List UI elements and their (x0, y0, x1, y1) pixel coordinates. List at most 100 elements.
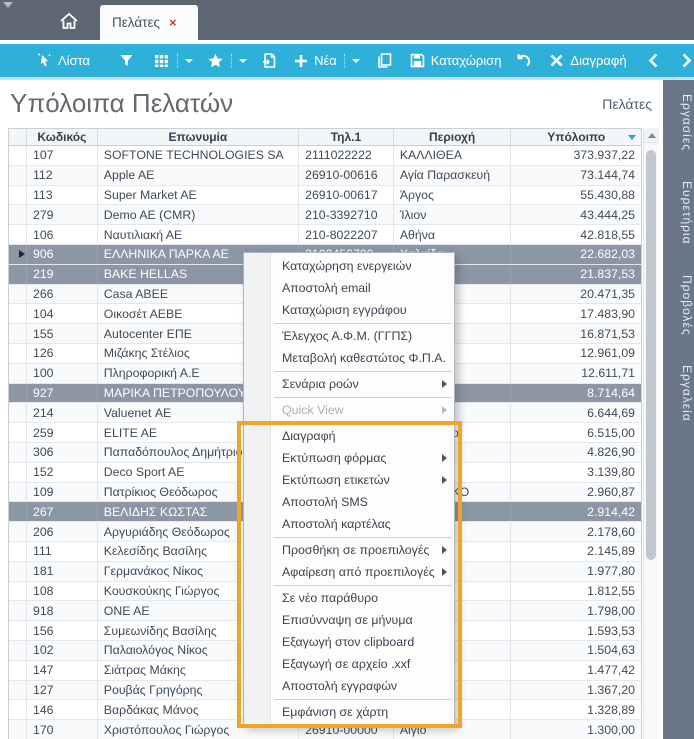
submenu-arrow-icon (442, 568, 447, 576)
toolbar-copy-button[interactable] (376, 52, 393, 69)
menu-add-to-defaults-label: Προσθήκη σε προεπιλογές (282, 543, 429, 557)
menu-separator (274, 371, 452, 372)
scroll-up-icon (648, 133, 656, 138)
menu-quick-view-label: Quick View (282, 403, 344, 417)
toolbar-export-page-button[interactable] (261, 52, 278, 69)
side-tab-evretiria[interactable]: Ευρετήρια (663, 171, 694, 255)
table-row[interactable]: 279Demo AE (CMR)210-3392710Ίλιον43.444,2… (9, 205, 641, 225)
chevron-down-icon[interactable] (185, 59, 193, 63)
toolbar-delete-button[interactable]: Διαγραφή (548, 52, 626, 69)
menu-add-to-defaults[interactable]: Προσθήκη σε προεπιλογές (244, 539, 454, 561)
row-marker-cell (9, 522, 27, 541)
save-icon (409, 52, 426, 69)
row-marker-cell (9, 364, 27, 383)
scroll-up-button[interactable] (644, 128, 659, 143)
side-tab-ergaleia[interactable]: Εργαλεία (663, 355, 694, 432)
toolbar-filter-button[interactable] (118, 52, 135, 69)
name-cell: SOFTONE TECHNOLOGIES SA (98, 146, 299, 165)
balance-cell: 1.977,80 (511, 562, 641, 581)
table-row[interactable]: 106Ναυτιλιακή ΑΕ210-8022207Αθήνα42.818,5… (9, 225, 641, 245)
column-header-5[interactable]: Υπόλοιπο (511, 129, 641, 145)
toolbar-list-button[interactable]: Λίστα (36, 52, 90, 69)
menu-attach-to-message[interactable]: Επισύνναψη σε μήνυμα (244, 609, 454, 631)
code-cell: 155 (27, 324, 98, 343)
column-header-3[interactable]: Τηλ.1 (299, 129, 394, 145)
menu-flow-scenarios[interactable]: Σενάρια ροών (244, 373, 454, 395)
side-tab-ergasies[interactable]: Εργασίες (663, 84, 694, 161)
menu-send-sms-label: Αποστολή SMS (282, 495, 368, 509)
window-topbar: Πελάτες × (0, 0, 694, 40)
menu-send-email[interactable]: Αποστολή email (244, 277, 454, 299)
toolbar-prev-button[interactable] (645, 52, 662, 69)
menu-new-window[interactable]: Σε νέο παράθυρο (244, 587, 454, 609)
column-header-1[interactable]: Κωδικός (27, 129, 98, 145)
phone-cell: 210-3392710 (299, 205, 394, 224)
menu-export-xxf-file[interactable]: Εξαγωγή σε αρχείο .xxf (244, 653, 454, 675)
row-marker-cell (9, 423, 27, 442)
balance-cell: 20.471,35 (511, 285, 641, 304)
row-marker-cell (9, 403, 27, 422)
phone-cell: 2111022222 (299, 146, 394, 165)
chevron-down-icon[interactable] (352, 59, 360, 63)
menu-register-actions[interactable]: Καταχώρηση ενεργειών (244, 255, 454, 277)
menu-separator (274, 423, 452, 424)
menu-change-vat-status[interactable]: Μεταβολή καθεστώτος Φ.Π.Α. (244, 347, 454, 369)
menu-send-records[interactable]: Αποστολή εγγραφών (244, 675, 454, 697)
table-row[interactable]: 112Apple AE26910-00616Αγία Παρασκευή73.1… (9, 166, 641, 186)
corner-dropdown-icon[interactable] (3, 2, 13, 8)
menu-check-vat-number[interactable]: Έλεγχος Α.Φ.Μ. (ΓΓΠΣ) (244, 325, 454, 347)
balance-cell: 1.593,53 (511, 621, 641, 640)
toolbar-favorites-button[interactable] (207, 52, 247, 69)
menu-print-form[interactable]: Εκτύπωση φόρμας (244, 447, 454, 469)
menu-show-on-map[interactable]: Εμφάνιση σε χάρτη (244, 701, 454, 723)
toolbar-save-button[interactable]: Καταχώριση (409, 52, 502, 69)
star-icon (207, 52, 224, 69)
menu-print-labels-label: Εκτύπωση ετικετών (282, 473, 390, 487)
row-marker-cell (9, 205, 27, 224)
menu-export-xxf-file-label: Εξαγωγή σε αρχείο .xxf (282, 657, 410, 671)
side-tab-provoles[interactable]: Προβολές (663, 265, 694, 346)
column-header-4[interactable]: Περιοχή (394, 129, 512, 145)
table-row[interactable]: 113Super Market AE26910-00617Άργος55.430… (9, 186, 641, 206)
row-marker-header (9, 129, 27, 145)
menu-send-sms[interactable]: Αποστολή SMS (244, 491, 454, 513)
column-header-2[interactable]: Επωνυμία (98, 129, 299, 145)
toolbar-columns-button[interactable] (153, 52, 193, 69)
row-marker-cell (9, 304, 27, 323)
vertical-scrollbar[interactable] (643, 128, 658, 739)
chevron-down-icon[interactable] (239, 59, 247, 63)
menu-send-statement[interactable]: Αποστολή καρτέλας (244, 513, 454, 535)
menu-delete[interactable]: Διαγραφή (244, 425, 454, 447)
menu-register-document[interactable]: Καταχώριση εγγράφου (244, 299, 454, 321)
sort-descending-icon[interactable] (628, 135, 636, 140)
tab-customers[interactable]: Πελάτες × (100, 5, 198, 40)
toolbar-next-button[interactable] (678, 52, 694, 69)
code-cell: 927 (27, 384, 98, 403)
code-cell: 214 (27, 403, 98, 422)
row-marker-cell (9, 225, 27, 244)
code-cell: 108 (27, 582, 98, 601)
row-marker-cell (9, 681, 27, 700)
copy-icon (376, 52, 393, 69)
home-button[interactable] (58, 10, 80, 32)
menu-export-clipboard-label: Εξαγωγή στον clipboard (282, 635, 414, 649)
toolbar-new-button[interactable]: Νέα (292, 52, 360, 69)
tab-close-icon[interactable]: × (169, 16, 177, 29)
app-window: Πελάτες × Λίστα Νέα Καταχώριση Διαγραφή Υπό… (0, 0, 694, 739)
scrollbar-thumb[interactable] (646, 150, 656, 560)
region-cell: Ίλιον (394, 205, 512, 224)
table-row[interactable]: 107SOFTONE TECHNOLOGIES SA2111022222ΚΑΛΛ… (9, 146, 641, 166)
code-cell: 147 (27, 661, 98, 680)
menu-print-form-label: Εκτύπωση φόρμας (282, 451, 386, 465)
code-cell: 100 (27, 364, 98, 383)
menu-print-labels[interactable]: Εκτύπωση ετικετών (244, 469, 454, 491)
menu-separator (274, 397, 452, 398)
balance-cell: 55.430,88 (511, 186, 641, 205)
divider (344, 54, 345, 68)
menu-remove-from-defaults[interactable]: Αφαίρεση από προεπιλογές (244, 561, 454, 583)
toolbar-undo-button[interactable] (515, 52, 532, 69)
menu-export-clipboard[interactable]: Εξαγωγή στον clipboard (244, 631, 454, 653)
balance-cell: 373.937,22 (511, 146, 641, 165)
row-marker-cell (9, 146, 27, 165)
code-cell: 156 (27, 621, 98, 640)
